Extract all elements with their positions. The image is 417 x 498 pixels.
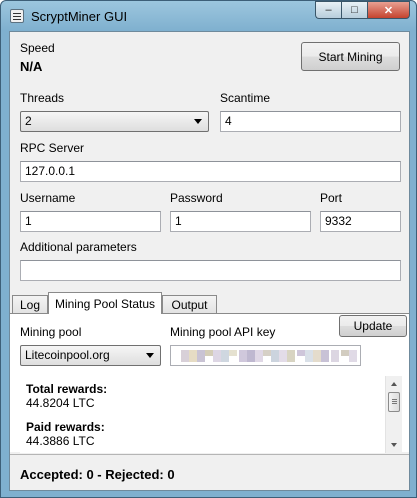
threads-label: Threads (20, 91, 65, 105)
status-bar: Accepted: 0 - Rejected: 0 (10, 454, 409, 490)
additional-params-label: Additional parameters (20, 240, 137, 254)
scroll-up-icon[interactable] (391, 382, 397, 386)
port-input[interactable]: 9332 (320, 211, 401, 232)
mining-pool-status-panel: Mining pool Litecoinpool.org Mining pool… (10, 313, 409, 453)
speed-value: N/A (20, 59, 43, 74)
maximize-button[interactable]: □ (341, 1, 367, 19)
speed-label: Speed (20, 41, 55, 55)
api-key-label: Mining pool API key (170, 325, 276, 339)
paid-rewards-label: Paid rewards: (26, 420, 105, 434)
tab-output[interactable]: Output (162, 295, 217, 314)
app-icon (10, 9, 24, 23)
rewards-scrollbar[interactable] (385, 376, 402, 453)
scantime-label: Scantime (220, 91, 271, 105)
close-button[interactable]: ✕ (367, 1, 410, 19)
total-rewards-value: 44.8204 LTC (26, 396, 95, 410)
client-area: Speed N/A Start Mining Threads 2 Scantim… (9, 31, 410, 491)
chevron-down-icon (194, 119, 202, 124)
start-mining-button[interactable]: Start Mining (301, 42, 400, 71)
scroll-thumb[interactable] (388, 392, 400, 412)
username-label: Username (20, 191, 76, 205)
mining-pool-label: Mining pool (20, 325, 82, 339)
api-key-input[interactable] (170, 345, 361, 366)
window-title: ScryptMiner GUI (31, 9, 128, 24)
update-button[interactable]: Update (339, 315, 407, 337)
minimize-button[interactable]: ‒ (315, 1, 341, 19)
chevron-down-icon (146, 353, 154, 358)
tab-log[interactable]: Log (12, 295, 48, 314)
threads-value: 2 (25, 114, 32, 128)
window-controls: ‒ □ ✕ (315, 1, 410, 19)
paid-rewards-value: 44.3886 LTC (26, 434, 95, 448)
status-text: Accepted: 0 - Rejected: 0 (20, 467, 175, 482)
mining-pool-select[interactable]: Litecoinpool.org (20, 345, 161, 366)
scantime-input[interactable]: 4 (220, 111, 401, 132)
tab-bar: Log Mining Pool Status Output (10, 292, 411, 314)
scroll-down-icon[interactable] (391, 443, 397, 447)
password-label: Password (170, 191, 223, 205)
mining-pool-value: Litecoinpool.org (25, 348, 110, 362)
username-input[interactable]: 1 (20, 211, 161, 232)
port-label: Port (320, 191, 343, 205)
rewards-panel: Total rewards: 44.8204 LTC Paid rewards:… (20, 376, 402, 453)
total-rewards-label: Total rewards: (26, 382, 108, 396)
password-input[interactable]: 1 (170, 211, 311, 232)
title-bar[interactable]: ScryptMiner GUI ‒ □ ✕ (1, 1, 416, 31)
additional-params-input[interactable] (20, 260, 401, 281)
threads-select[interactable]: 2 (20, 111, 209, 132)
tab-mining-pool-status[interactable]: Mining Pool Status (48, 292, 162, 314)
app-window: ScryptMiner GUI ‒ □ ✕ Speed N/A Start Mi… (0, 0, 417, 498)
rpc-server-input[interactable]: 127.0.0.1 (20, 161, 401, 182)
rpc-server-label: RPC Server (20, 141, 85, 155)
